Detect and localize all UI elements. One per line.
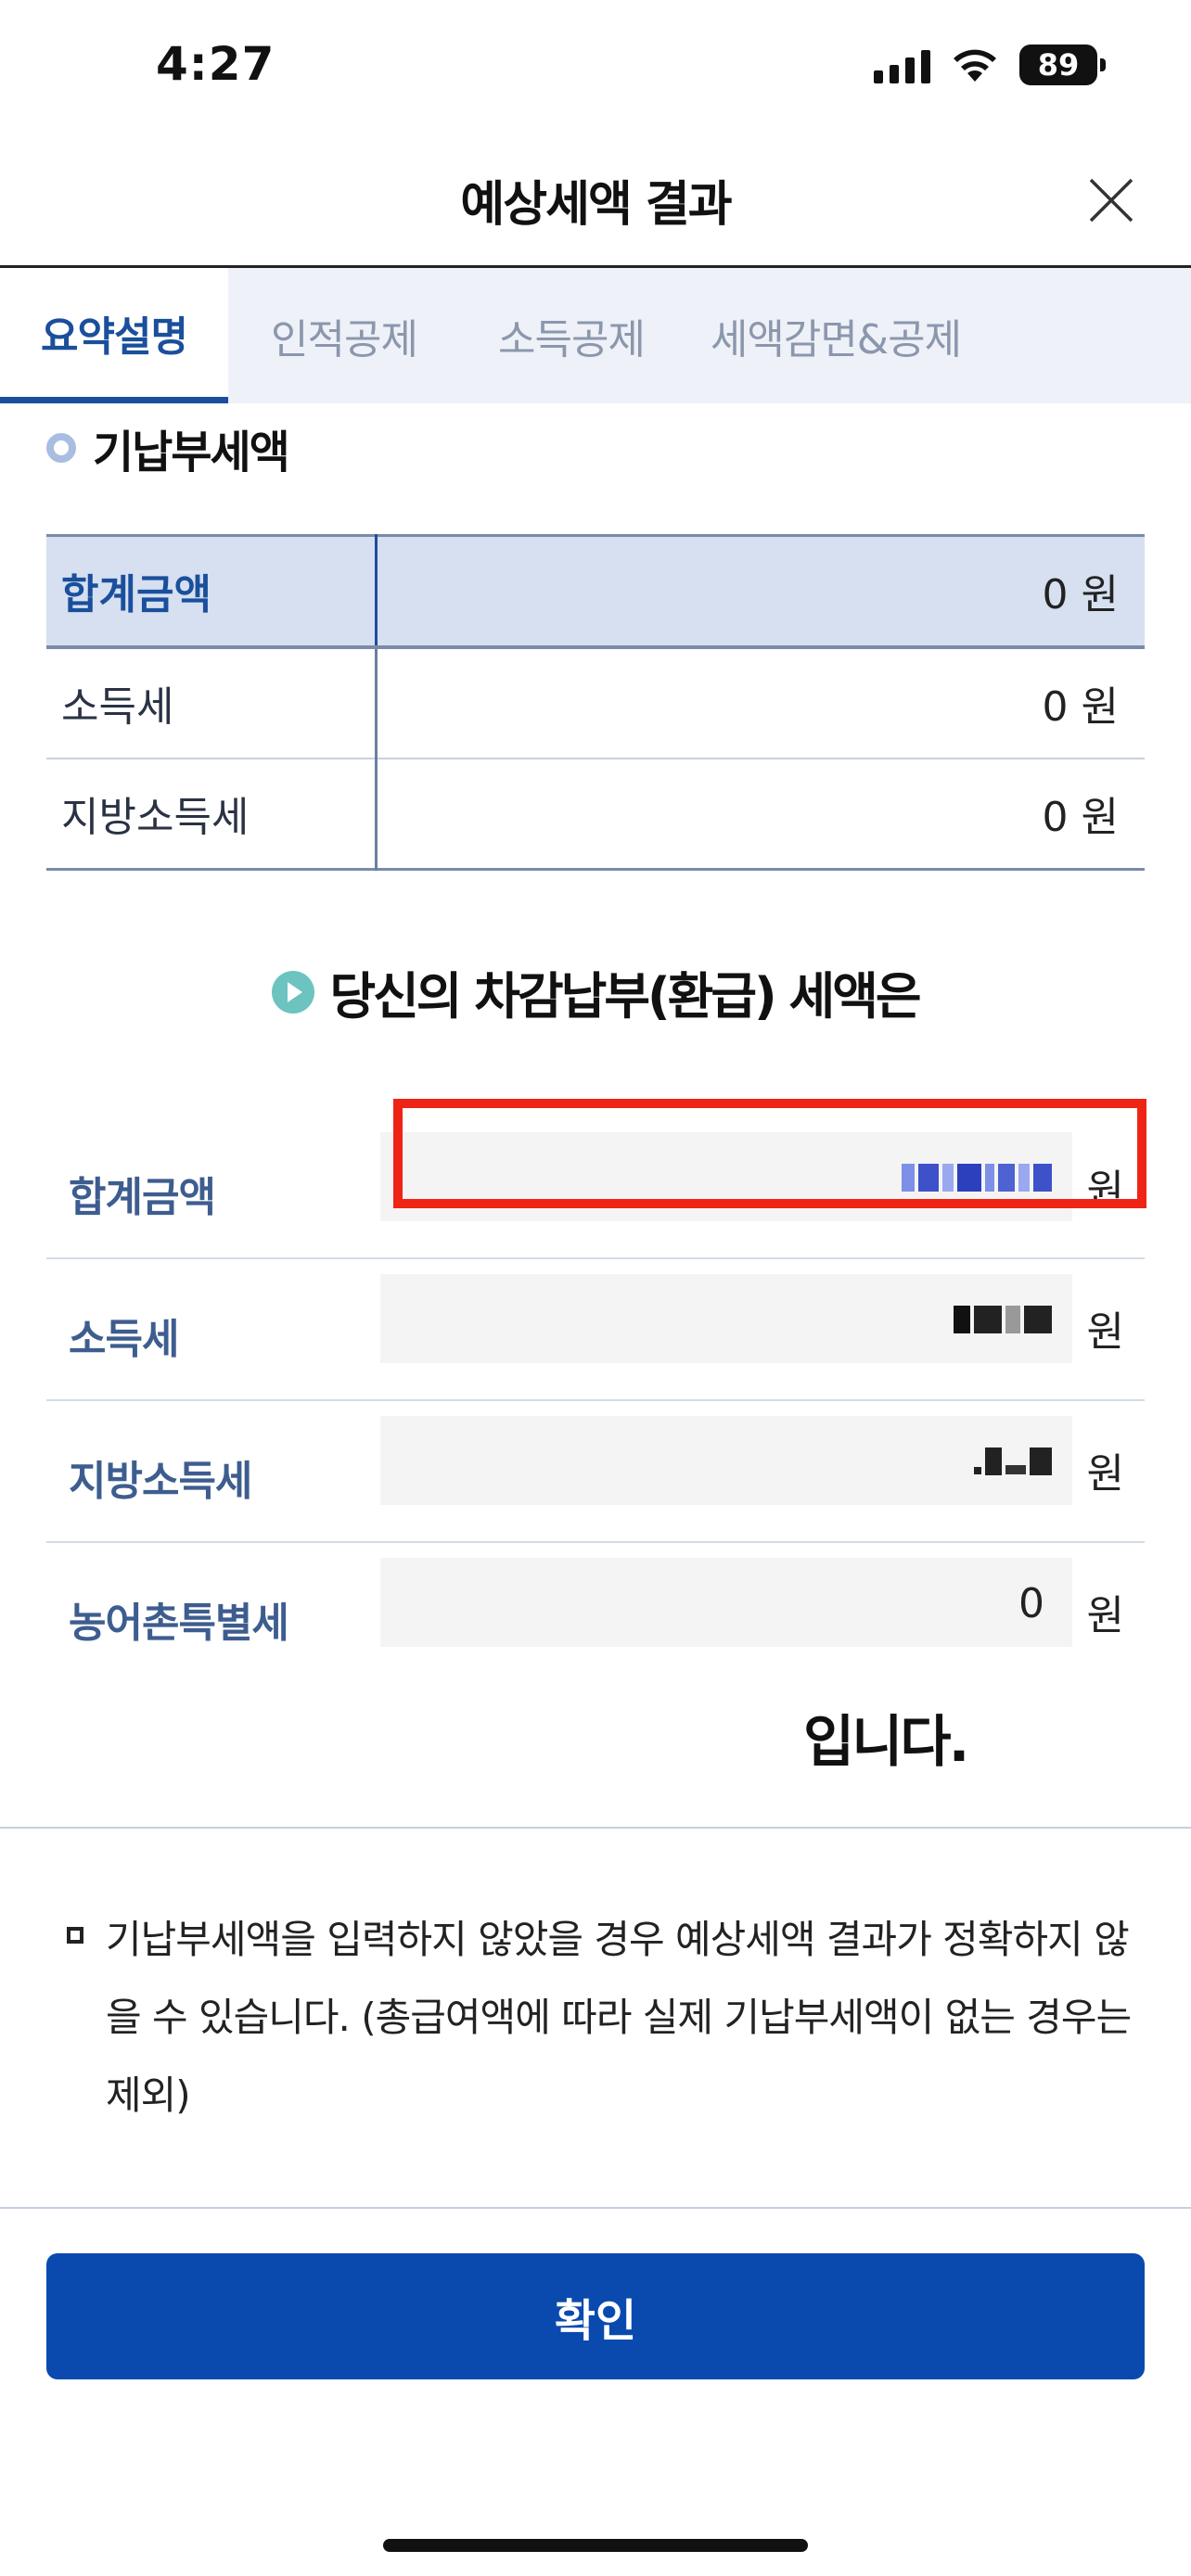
tab-summary[interactable]: 요약설명 <box>0 268 228 403</box>
row-label: 지방소득세 <box>46 758 378 871</box>
result-heading: 당신의 차감납부(환급) 세액은 <box>0 955 1191 1028</box>
tab-tax-reduction-credit[interactable]: 세액감면&공제 <box>683 268 989 403</box>
prepaid-tax-heading-text: 기납부세액 <box>93 427 290 478</box>
divider <box>0 1827 1191 1829</box>
result-table: 합계금액 원 소득세 원 지방소득세 원 농어촌특별세 0 원 <box>46 1099 1146 1685</box>
ring-bullet-icon <box>46 433 76 463</box>
result-row-income-tax: 소득세 원 <box>46 1259 1145 1401</box>
tab-income-deduction[interactable]: 소득공제 <box>460 268 683 403</box>
result-suffix: 입니다. <box>803 1710 969 1775</box>
table-row: 합계금액 0 원 <box>46 535 1145 649</box>
row-value: 0 원 <box>376 646 1145 759</box>
redacted-value <box>954 1302 1052 1337</box>
row-label: 농어촌특별세 <box>69 1600 289 1647</box>
row-label: 소득세 <box>46 646 378 759</box>
row-value-field <box>380 1416 1072 1505</box>
row-label: 합계금액 <box>69 1174 216 1221</box>
notice-text: 기납부세액을 입력하지 않았을 경우 예상세액 결과가 정확하지 않을 수 있습… <box>106 1917 1132 2118</box>
home-indicator <box>383 2539 808 2552</box>
table-row: 지방소득세 0 원 <box>46 758 1145 871</box>
row-label: 소득세 <box>69 1316 179 1363</box>
result-row-rural-special-tax: 농어촌특별세 0 원 <box>46 1543 1145 1685</box>
row-unit: 원 <box>1086 1308 1124 1356</box>
table-row: 소득세 0 원 <box>46 646 1145 759</box>
row-value: 0 <box>1018 1580 1044 1627</box>
tab-bar: 요약설명 인적공제 소득공제 세액감면&공제 <box>0 268 1191 403</box>
tab-personal-deduction[interactable]: 인적공제 <box>228 268 460 403</box>
row-unit: 원 <box>1086 1592 1124 1639</box>
page-title: 예상세액 결과 <box>460 177 732 233</box>
row-value-field: 0 <box>380 1558 1072 1647</box>
square-bullet-icon <box>67 1927 83 1944</box>
wifi-icon <box>954 49 996 82</box>
row-value: 0 원 <box>376 535 1145 649</box>
row-value-field <box>380 1274 1072 1363</box>
prepaid-tax-heading: 기납부세액 <box>46 415 290 480</box>
close-icon[interactable] <box>1085 174 1137 226</box>
result-row-local-income-tax: 지방소득세 원 <box>46 1401 1145 1543</box>
status-icons: 89 <box>874 45 1106 85</box>
prepaid-tax-table: 합계금액 0 원 소득세 0 원 지방소득세 0 원 <box>46 534 1145 871</box>
highlight-box <box>393 1099 1146 1208</box>
confirm-button[interactable]: 확인 <box>46 2253 1145 2379</box>
row-value: 0 원 <box>376 758 1145 871</box>
play-bullet-icon <box>272 970 315 1014</box>
result-screen: 4:27 89 예상세액 결과 요약설명 인적공제 소득공제 세액감면&공제 기… <box>0 0 1191 2576</box>
cellular-signal-icon <box>874 46 930 83</box>
result-heading-text: 당신의 차감납부(환급) 세액은 <box>329 967 921 1026</box>
redacted-value <box>974 1444 1052 1479</box>
battery-level: 89 <box>1019 45 1097 85</box>
result-row-total: 합계금액 원 <box>46 1099 1146 1259</box>
row-label: 합계금액 <box>46 535 378 649</box>
battery-icon: 89 <box>1019 45 1106 85</box>
notice: 기납부세액을 입력하지 않았을 경우 예상세액 결과가 정확하지 않을 수 있습… <box>67 1901 1152 2135</box>
divider <box>0 2207 1191 2209</box>
status-time: 4:27 <box>156 37 275 91</box>
row-label: 지방소득세 <box>69 1458 252 1505</box>
row-unit: 원 <box>1086 1450 1124 1498</box>
